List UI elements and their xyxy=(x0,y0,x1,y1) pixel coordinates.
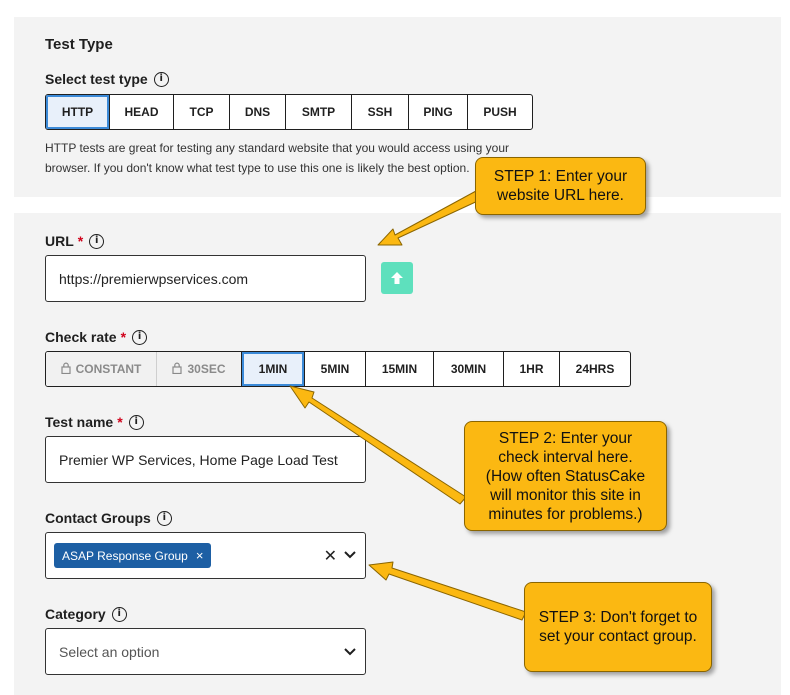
step3-callout: STEP 3: Don't forget to set your contact… xyxy=(524,582,712,672)
step2-callout: STEP 2: Enter your check interval here. … xyxy=(464,421,667,531)
callout-line: website URL here. xyxy=(497,187,624,204)
callout-line: minutes for problems.) xyxy=(488,505,643,523)
step3-arrow xyxy=(368,561,527,621)
callout-line: (How often StatusCake xyxy=(485,467,646,485)
callout-line: STEP 2: Enter your xyxy=(498,429,633,447)
step2-arrow xyxy=(289,385,467,505)
callout-line: will monitor this site in xyxy=(490,486,641,504)
step1-callout: STEP 1: Enter your website URL here. xyxy=(475,157,646,215)
step1-arrow xyxy=(377,190,483,246)
callout-line: check interval here. xyxy=(498,448,633,466)
callout-line: STEP 3: Don't forget to xyxy=(538,609,698,626)
callout-line: STEP 1: Enter your xyxy=(493,168,628,185)
callout-line: set your contact group. xyxy=(539,628,697,645)
